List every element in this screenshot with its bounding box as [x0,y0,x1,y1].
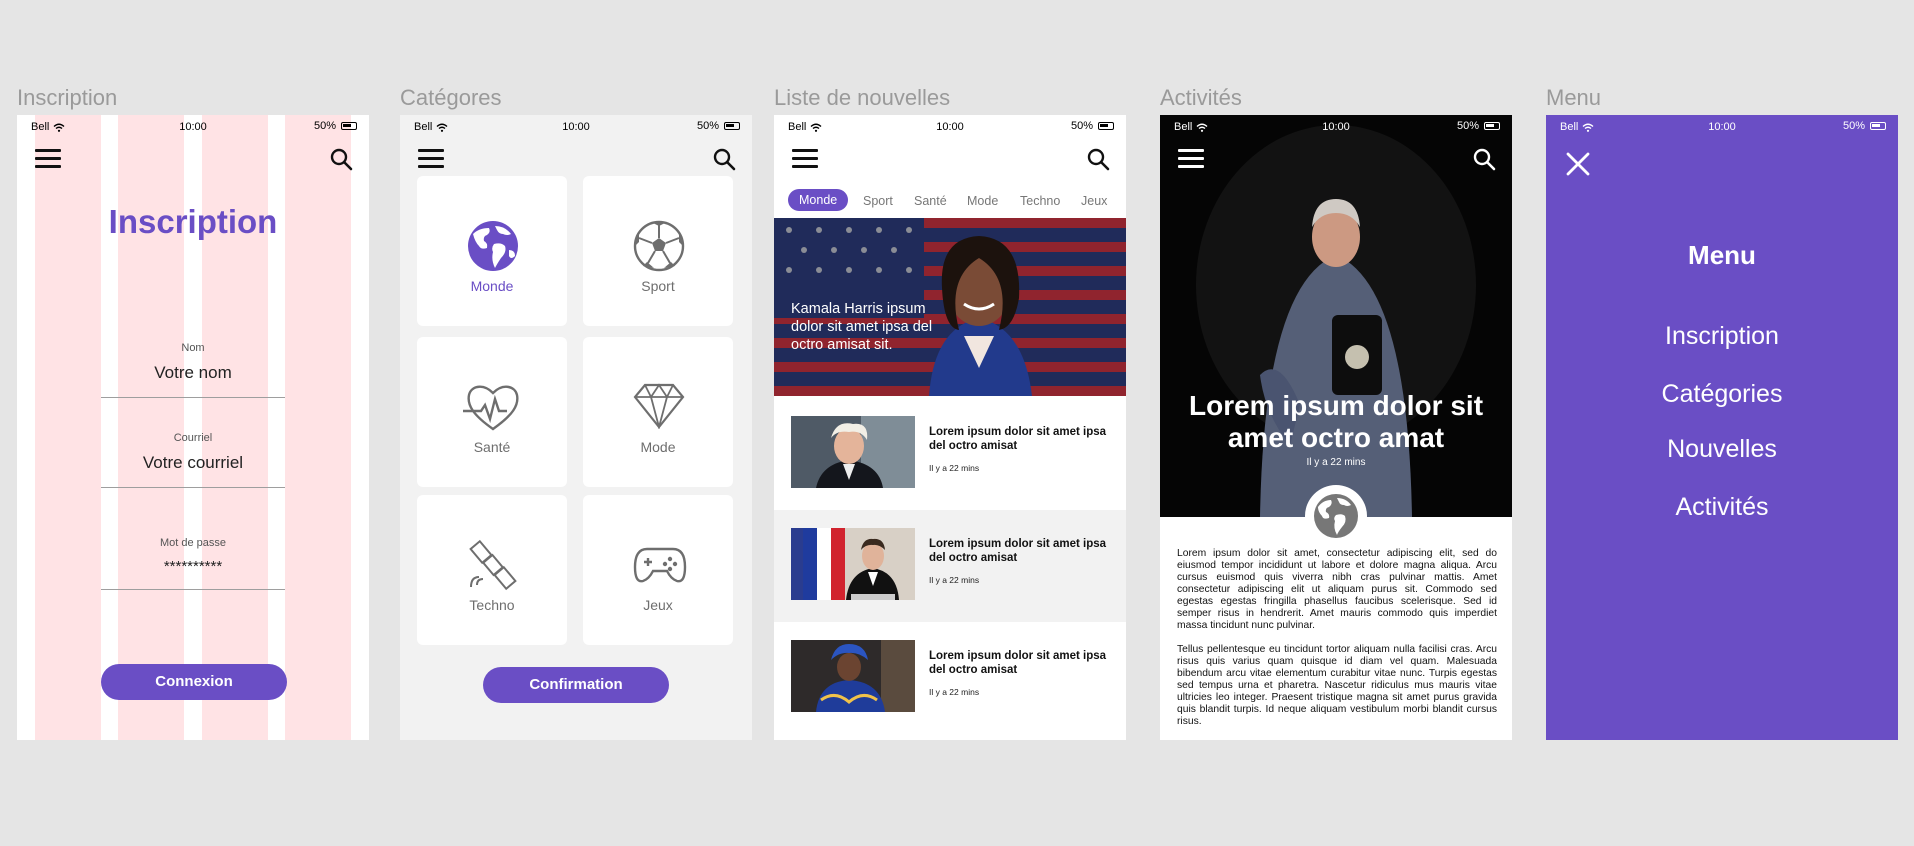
soccer-ball-icon [633,220,685,272]
activity-title: Lorem ipsum dolor sit amet octro amat [1188,390,1484,453]
email-label: Courriel [173,432,213,444]
menu-screen: Bell 10:00 50% Menu Inscription Catégori… [1546,115,1898,740]
tab-jeux[interactable]: Jeux [1081,194,1107,208]
name-label: Nom [181,342,205,354]
news-thumbnail [791,640,915,712]
status-bar: Bell 10:00 50% [17,115,369,139]
search-icon[interactable] [1086,147,1110,171]
close-icon[interactable] [1566,152,1590,176]
activity-paragraph-1: Lorem ipsum dolor sit amet, consectetur … [1177,548,1497,631]
battery-percent: 50% [313,120,336,132]
battery-icon [1484,122,1500,130]
news-item[interactable]: Lorem ipsum dolor sit amet ipsa del octr… [774,622,1126,734]
frame-label-activities: Activités [1160,85,1242,110]
featured-article-caption: Kamala Harris ipsum dolor sit amet ipsa … [791,301,933,353]
status-bar: Bell 10:00 50% [1160,115,1512,139]
menu-item-categories[interactable]: Catégories [1546,380,1898,409]
battery-percent: 50% [1070,120,1093,132]
tab-monde[interactable]: Monde [788,189,849,211]
email-field-group: Courriel Votre courriel [101,432,285,488]
status-bar: Bell 10:00 50% [1546,115,1898,139]
hamburger-menu-icon[interactable] [792,149,818,169]
news-timestamp: Il y a 22 mins [929,463,980,473]
tab-sante[interactable]: Santé [914,194,947,208]
hamburger-menu-icon[interactable] [35,149,61,169]
hamburger-menu-icon[interactable] [418,149,444,169]
tab-techno[interactable]: Techno [1020,194,1060,208]
category-label: Monde [470,278,514,294]
category-label: Sport [641,278,675,294]
category-card-jeux[interactable]: Jeux [583,495,733,645]
search-icon[interactable] [1472,147,1496,171]
activity-timestamp: Il y a 22 mins [1306,457,1366,468]
menu-item-nouvelles[interactable]: Nouvelles [1546,435,1898,464]
battery-percent: 50% [1842,120,1865,132]
search-icon[interactable] [329,147,353,171]
category-label: Santé [473,439,511,455]
categories-screen: Bell 10:00 50% Monde Sport Santé Mode Te… [400,115,752,740]
tab-sport[interactable]: Sport [863,194,893,208]
category-card-monde[interactable]: Monde [417,176,567,326]
globe-icon [468,221,518,271]
news-item[interactable]: Lorem ipsum dolor sit amet ipsa del octr… [774,510,1126,622]
frame-label-menu: Menu [1546,85,1602,110]
password-field-group: Mot de passe ********** [101,537,285,590]
activities-screen: Bell 10:00 50% Lorem ipsum dolor sit ame… [1160,115,1512,740]
name-input[interactable]: Votre nom [101,363,285,383]
frame-label-categories: Catégores [400,85,502,110]
news-title: Lorem ipsum dolor sit amet ipsa del octr… [929,538,1107,564]
news-item[interactable]: Lorem ipsum dolor sit amet ipsa del octr… [774,398,1126,510]
frame-label-news: Liste de nouvelles [774,85,951,110]
battery-percent: 50% [1456,120,1479,132]
category-card-mode[interactable]: Mode [583,337,733,487]
news-thumbnail [791,528,915,600]
category-card-sport[interactable]: Sport [583,176,733,326]
tab-mode[interactable]: Mode [967,194,998,208]
category-badge [1305,485,1367,547]
battery-icon [1870,122,1886,130]
email-input[interactable]: Votre courriel [101,453,285,473]
battery-icon [724,122,740,130]
status-bar: Bell 10:00 50% [400,115,752,139]
news-timestamp: Il y a 22 mins [929,687,980,697]
hamburger-menu-icon[interactable] [1178,149,1204,169]
news-timestamp: Il y a 22 mins [929,575,980,585]
heartbeat-icon [463,385,519,431]
battery-icon [1098,122,1114,130]
news-title: Lorem ipsum dolor sit amet ipsa del octr… [929,426,1107,452]
confirm-button[interactable]: Confirmation [483,667,669,703]
featured-article[interactable]: Kamala Harris ipsum dolor sit amet ipsa … [774,218,1126,396]
menu-item-inscription[interactable]: Inscription [1546,322,1898,351]
password-input[interactable]: ********** [101,558,285,575]
status-bar: Bell 10:00 50% [774,115,1126,139]
category-label: Mode [640,439,676,455]
category-card-sante[interactable]: Santé [417,337,567,487]
battery-icon [341,122,357,130]
category-label: Techno [469,597,515,613]
name-field-group: Nom Votre nom [101,342,285,398]
login-button[interactable]: Connexion [101,664,287,700]
page-title: Inscription [108,203,278,240]
menu-item-activites[interactable]: Activités [1546,493,1898,522]
diamond-icon [633,383,685,429]
news-list-screen: Bell 10:00 50% Monde Sport Santé Mode Te… [774,115,1126,740]
name-underline [101,397,285,398]
news-thumbnail [791,416,915,488]
globe-icon [1314,494,1358,538]
search-icon[interactable] [712,147,736,171]
menu-title: Menu [1688,240,1756,270]
battery-percent: 50% [696,120,719,132]
email-underline [101,487,285,488]
category-label: Jeux [643,597,673,613]
satellite-icon [469,539,517,591]
category-card-techno[interactable]: Techno [417,495,567,645]
news-title: Lorem ipsum dolor sit amet ipsa del octr… [929,650,1107,676]
activity-paragraph-2: Tellus pellentesque eu tincidunt tortor … [1177,644,1497,727]
gamepad-icon [633,547,687,583]
inscription-screen: Bell 10:00 50% Inscription Nom Votre nom… [17,115,369,740]
frame-label-inscription: Inscription [17,85,118,110]
password-underline [101,589,285,590]
category-tabs: Monde Sport Santé Mode Techno Jeux [774,188,1126,214]
password-label: Mot de passe [159,537,227,549]
